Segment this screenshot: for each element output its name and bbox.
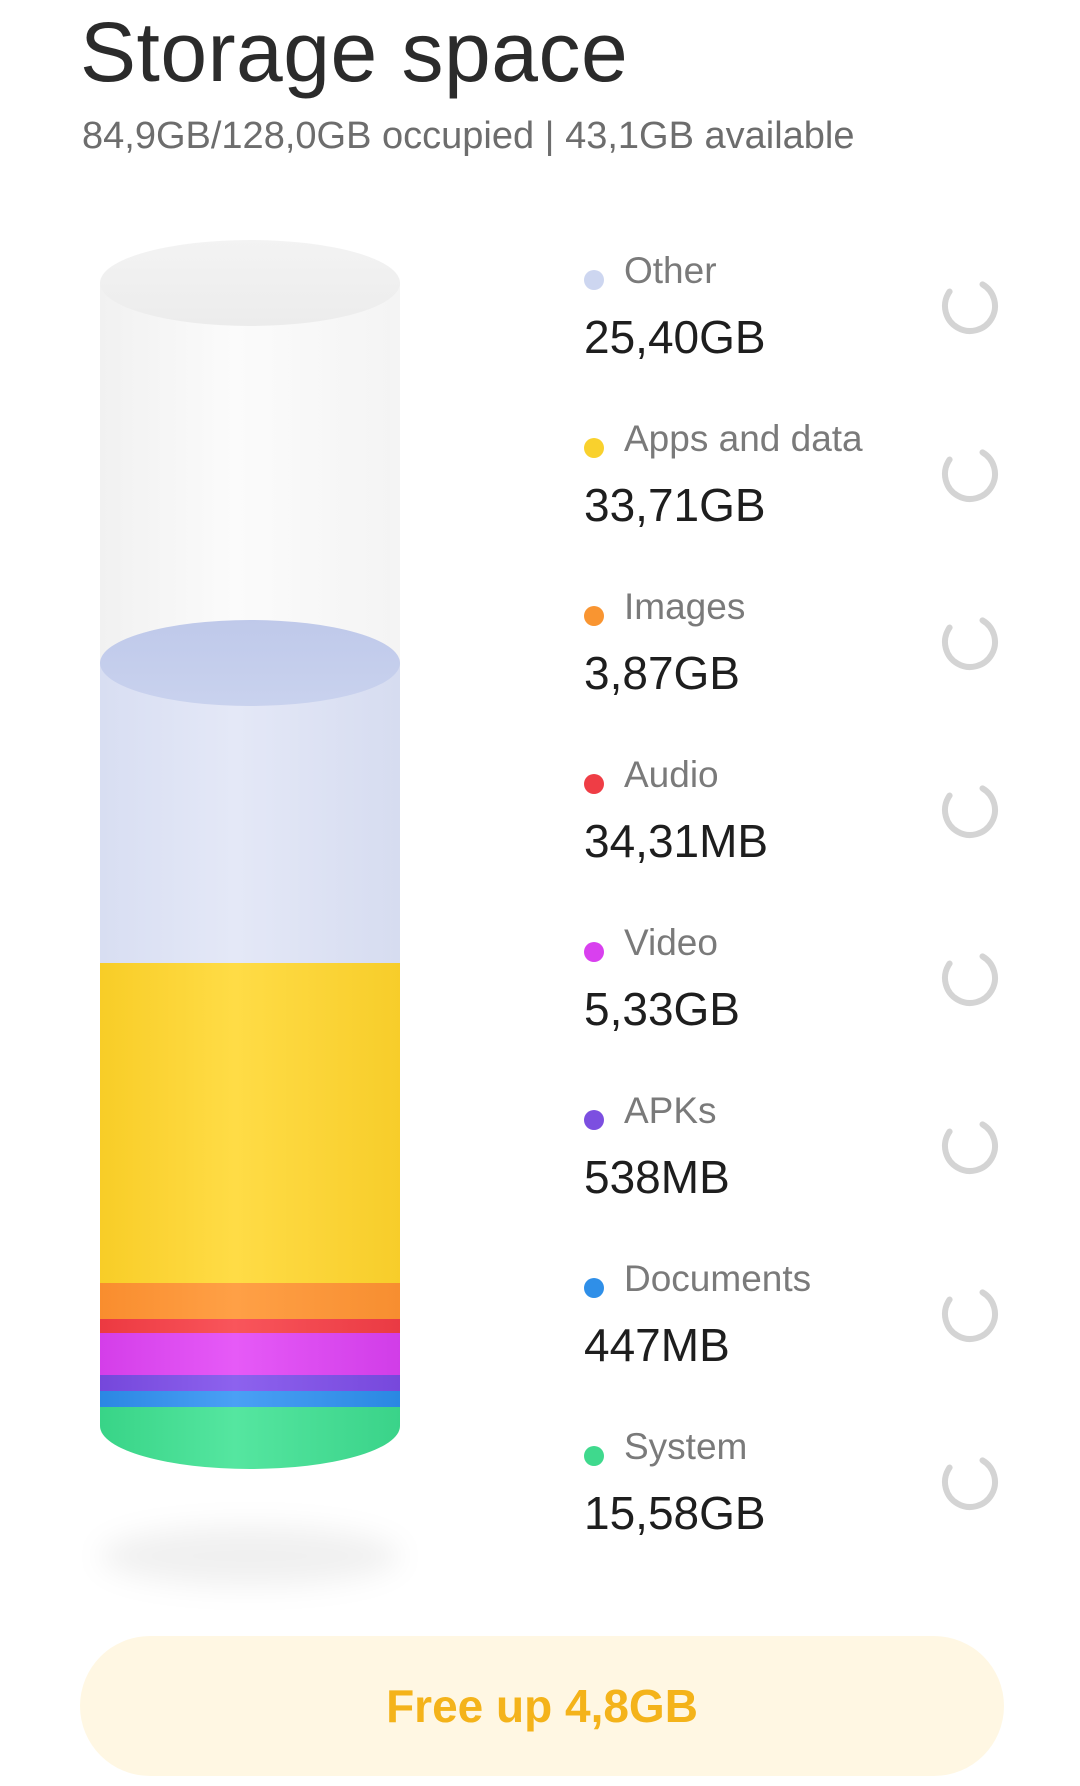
category-size: 15,58GB: [584, 1487, 766, 1539]
segment-free: [100, 283, 400, 663]
loading-spinner-icon: [942, 446, 998, 502]
category-size: 5,33GB: [584, 983, 740, 1035]
storage-summary: 84,9GB/128,0GB occupied | 43,1GB availab…: [82, 115, 855, 157]
category-size: 33,71GB: [584, 479, 766, 531]
segment-other-cap: [100, 620, 400, 706]
category-label: Video: [624, 922, 718, 963]
category-label: APKs: [624, 1090, 717, 1131]
cylinder-body: [100, 283, 400, 1469]
legend-item-system[interactable]: System 15,58GB: [584, 1426, 1024, 1576]
loading-spinner-icon: [942, 782, 998, 838]
category-size: 34,31MB: [584, 815, 769, 867]
color-dot: [584, 1278, 604, 1298]
page-title: Storage space: [80, 5, 629, 99]
category-label: Apps and data: [624, 418, 863, 459]
legend-item-documents[interactable]: Documents 447MB: [584, 1258, 1024, 1408]
segment-system: [100, 1407, 400, 1469]
cylinder-top: [100, 240, 400, 326]
category-label: Documents: [624, 1258, 812, 1299]
color-dot: [584, 270, 604, 290]
category-size: 538MB: [584, 1151, 730, 1203]
color-dot: [584, 1110, 604, 1130]
legend-item-apps-and-data[interactable]: Apps and data 33,71GB: [584, 418, 1024, 568]
color-dot: [584, 606, 604, 626]
segment-apks: [100, 1375, 400, 1391]
color-dot: [584, 774, 604, 794]
loading-spinner-icon: [942, 950, 998, 1006]
legend-item-other[interactable]: Other 25,40GB: [584, 250, 1024, 400]
loading-spinner-icon: [942, 1118, 998, 1174]
legend-item-images[interactable]: Images 3,87GB: [584, 586, 1024, 736]
loading-spinner-icon: [942, 614, 998, 670]
legend-item-video[interactable]: Video 5,33GB: [584, 922, 1024, 1072]
segment-audio: [100, 1319, 400, 1333]
color-dot: [584, 438, 604, 458]
color-dot: [584, 1446, 604, 1466]
category-label: System: [624, 1426, 748, 1467]
category-label: Audio: [624, 754, 719, 795]
storage-cylinder: [100, 240, 400, 1586]
category-size: 3,87GB: [584, 647, 740, 699]
loading-spinner-icon: [942, 1286, 998, 1342]
loading-spinner-icon: [942, 1454, 998, 1510]
category-label: Other: [624, 250, 717, 291]
loading-spinner-icon: [942, 278, 998, 334]
legend-item-apks[interactable]: APKs 538MB: [584, 1090, 1024, 1240]
free-up-button[interactable]: Free up 4,8GB: [80, 1636, 1004, 1776]
segment-other: [100, 663, 400, 963]
legend-item-audio[interactable]: Audio 34,31MB: [584, 754, 1024, 904]
segment-documents: [100, 1391, 400, 1407]
segment-apps-and-data: [100, 963, 400, 1283]
segment-images: [100, 1283, 400, 1319]
category-size: 447MB: [584, 1319, 730, 1371]
color-dot: [584, 942, 604, 962]
segment-video: [100, 1333, 400, 1375]
cylinder-shadow: [100, 1526, 400, 1586]
category-label: Images: [624, 586, 746, 627]
category-size: 25,40GB: [584, 311, 766, 363]
